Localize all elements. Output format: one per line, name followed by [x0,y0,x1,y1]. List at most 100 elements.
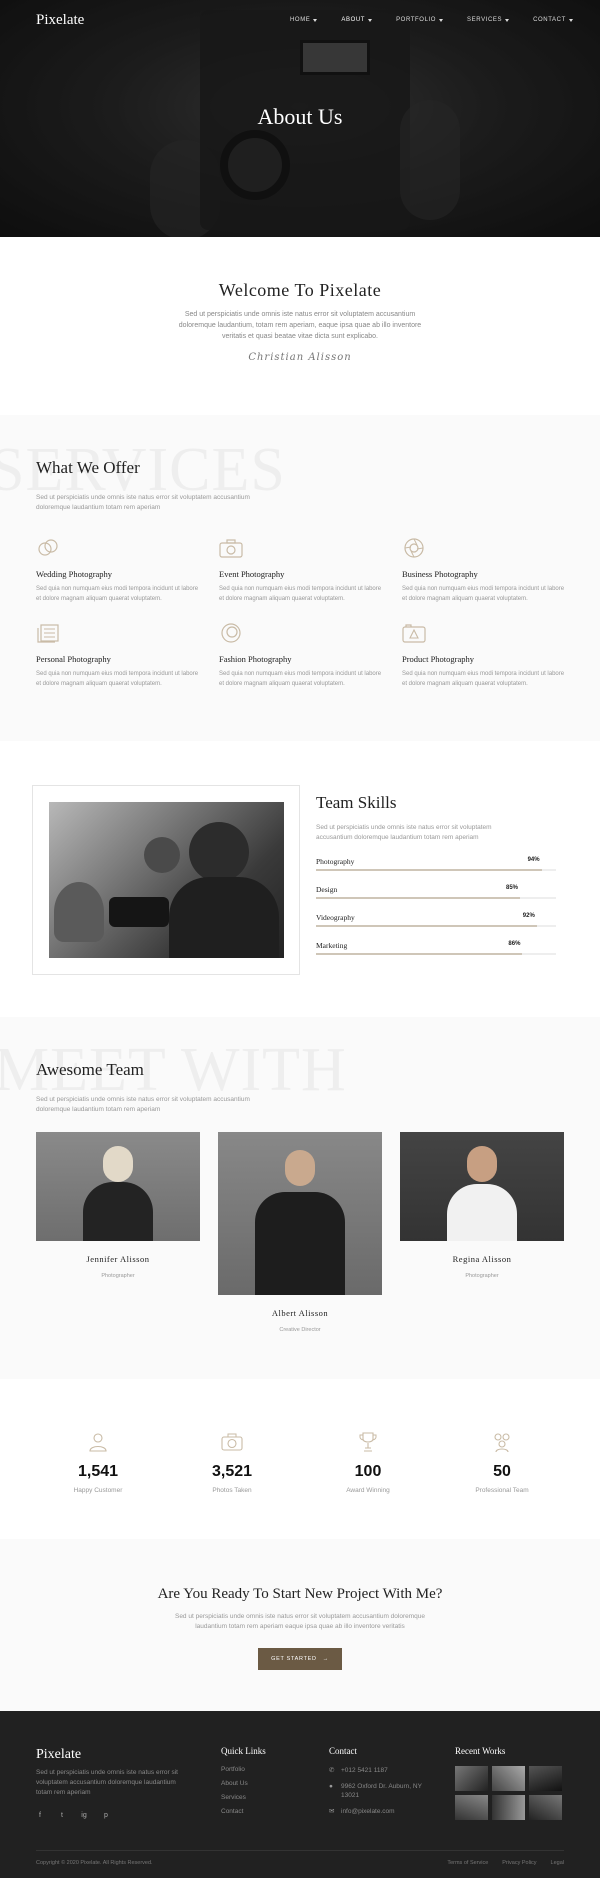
nav-about[interactable]: ABOUT [341,17,373,23]
service-card: Event Photography Sed quia non numquam e… [219,537,402,604]
chevron-down-icon [439,18,444,22]
team-title: Awesome Team [36,1060,144,1079]
service-card: Personal Photography Sed quia non numqua… [36,622,219,689]
skill-bars: Photography 94% Design 85% Videography 9… [316,857,556,969]
welcome-section: Welcome To Pixelate Sed ut perspiciatis … [0,237,600,415]
skill-bar: Photography 94% [316,857,556,885]
footer-link-services[interactable]: Services [221,1794,266,1801]
skill-bar: Marketing 86% [316,941,556,969]
services-desc: Sed ut perspiciatis unde omnis iste natu… [36,494,250,511]
member-role: Photographer [465,1273,499,1279]
get-started-button[interactable]: GET STARTED → [258,1648,342,1670]
skill-bar: Design 85% [316,885,556,913]
footer-bottom: Copyright © 2020 Pixelate. All Rights Re… [36,1850,564,1866]
site-logo[interactable]: Pixelate [36,12,84,29]
nav-home[interactable]: HOME [290,17,318,23]
service-card: Product Photography Sed quia non numquam… [402,622,566,689]
welcome-text: Sed ut perspiciatis unde omnis iste natu… [178,311,422,340]
skills-title: Team Skills [316,793,397,812]
recent-work-thumb[interactable] [492,1795,525,1820]
signature: Christian Alisson [248,352,352,363]
page-title: About Us [257,104,343,129]
member-photo [36,1132,200,1241]
main-nav: HOME ABOUT PORTFOLIO SERVICES CONTACT [290,17,597,23]
facebook-icon[interactable]: f [36,1812,44,1819]
welcome-title: Welcome To Pixelate [218,280,382,300]
social-links: f t ig p [36,1812,110,1819]
mail-icon: ✉ [329,1808,335,1815]
stat-counter: 3,521 Photos Taken [172,1431,292,1494]
skill-bar-fill [316,925,537,927]
pinterest-icon[interactable]: p [102,1812,110,1819]
member-role: Photographer [101,1273,135,1279]
services-title: What We Offer [36,458,140,477]
member-photo [400,1132,564,1241]
recent-work-thumb[interactable] [455,1795,488,1820]
member-name: Albert Alisson [271,1308,329,1318]
footer-address: 9962 Oxford Dr. Auburn, NY 13021 [341,1783,422,1799]
stat-counter: 50 Professional Team [442,1431,562,1494]
twitter-icon[interactable]: t [58,1812,66,1819]
chevron-down-icon [313,18,318,22]
services-section: SERVICES What We Offer Sed ut perspiciat… [0,415,600,741]
trophy-icon [357,1431,379,1453]
quick-links: Quick Links Portfolio About Us Services … [221,1746,266,1815]
skill-bar-fill [316,953,523,955]
skill-bar-fill [316,897,520,899]
member-name: Regina Alisson [452,1254,512,1264]
stats-section: 1,541 Happy Customer 3,521 Photos Taken … [0,1379,600,1539]
photos-icon [36,622,60,644]
recent-work-thumb[interactable] [529,1766,562,1791]
skills-section: Team Skills Sed ut perspiciatis unde omn… [0,741,600,1017]
stat-counter: 1,541 Happy Customer [38,1431,158,1494]
terms-link[interactable]: Terms of Service [447,1860,488,1866]
member-photo [218,1132,382,1295]
cta-title: Are You Ready To Start New Project With … [157,1586,443,1602]
camera-icon [221,1431,243,1453]
team-desc: Sed ut perspiciatis unde omnis iste natu… [36,1096,250,1113]
footer-link-contact[interactable]: Contact [221,1808,266,1815]
services-grid: Wedding Photography Sed quia non numquam… [36,537,566,689]
cta-section: Are You Ready To Start New Project With … [0,1539,600,1711]
footer-contact: Contact ✆ +012 5421 1187 ● 9962 Oxford Dr.… [329,1746,439,1823]
team-icon [491,1431,513,1453]
skill-bar: Videography 92% [316,913,556,941]
team-working-photo [49,802,284,958]
nav-services[interactable]: SERVICES [467,17,510,23]
aperture-icon [402,537,426,559]
recent-work-thumb[interactable] [455,1766,488,1791]
recent-works: Recent Works [455,1746,562,1820]
legal-link[interactable]: Legal [551,1860,564,1866]
recent-work-thumb[interactable] [492,1766,525,1791]
footer-link-about[interactable]: About Us [221,1780,266,1787]
instagram-icon[interactable]: ig [80,1812,88,1819]
service-card: Business Photography Sed quia non numqua… [402,537,566,604]
team-member-card[interactable]: Regina Alisson Photographer [400,1132,564,1279]
chevron-down-icon [505,18,510,22]
cta-text: Sed ut perspiciatis unde omnis iste natu… [174,1613,425,1630]
team-member-card[interactable]: Albert Alisson Creative Director [218,1132,382,1333]
team-section: MEET WITH Awesome Team Sed ut perspiciat… [0,1017,600,1379]
skills-image-frame [32,785,300,975]
chevron-down-icon [568,18,573,22]
footer-link-portfolio[interactable]: Portfolio [221,1766,266,1773]
stat-counter: 100 Award Winning [308,1431,428,1494]
nav-portfolio[interactable]: PORTFOLIO [396,17,444,23]
skill-bar-fill [316,869,542,871]
rings-icon [36,537,60,559]
skills-desc: Sed ut perspiciatis unde omnis iste natu… [316,824,492,841]
hero-banner: Pixelate HOME ABOUT PORTFOLIO SERVICES C… [0,0,600,237]
privacy-link[interactable]: Privacy Policy [502,1860,536,1866]
recent-work-thumb[interactable] [529,1795,562,1820]
footer-desc: Sed ut perspiciatis unde omnis iste natu… [36,1769,178,1796]
nav-contact[interactable]: CONTACT [533,17,573,23]
camera-icon [219,537,243,559]
footer-email[interactable]: info@pixelate.com [341,1807,395,1816]
footer-phone[interactable]: +012 5421 1187 [341,1766,388,1775]
chevron-down-icon [368,18,373,22]
service-card: Fashion Photography Sed quia non numquam… [219,622,402,689]
site-footer: Pixelate Sed ut perspiciatis unde omnis … [0,1711,600,1878]
footer-logo[interactable]: Pixelate [36,1747,81,1763]
team-member-card[interactable]: Jennifer Alisson Photographer [36,1132,200,1279]
location-icon: ● [329,1783,333,1790]
